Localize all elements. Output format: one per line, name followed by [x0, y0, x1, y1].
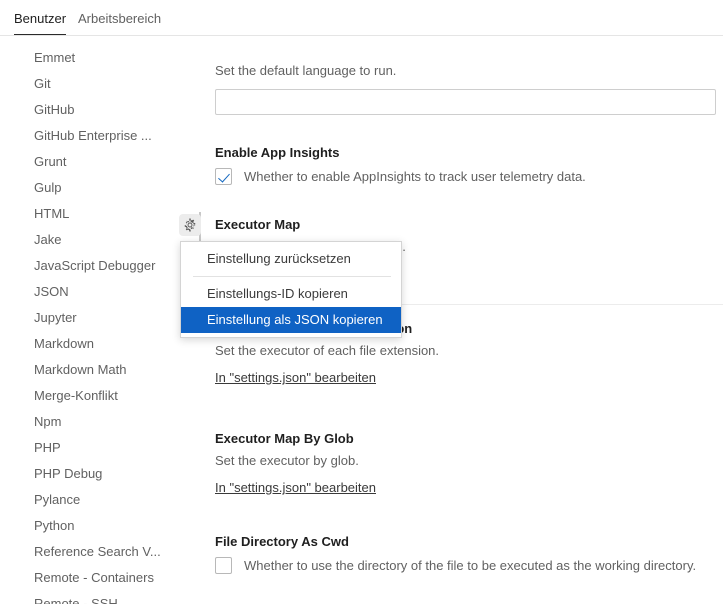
sidebar-item-jake[interactable]: Jake: [0, 227, 180, 253]
setting-file-directory-as-cwd: File Directory As Cwd Whether to use the…: [180, 533, 723, 574]
sidebar-item-npm[interactable]: Npm: [0, 409, 180, 435]
sidebar-item-pylance[interactable]: Pylance: [0, 487, 180, 513]
tab-arbeitsbereich[interactable]: Arbeitsbereich: [70, 0, 169, 36]
sidebar-item-label: Markdown: [34, 336, 94, 351]
context-menu-item-label: Einstellung zurücksetzen: [207, 251, 351, 266]
sidebar-item-emmet[interactable]: Emmet: [0, 45, 180, 71]
sidebar-item-label: Reference Search V...: [34, 544, 161, 559]
sidebar-item-label: GitHub: [34, 102, 75, 117]
sidebar-item-label: PHP: [34, 440, 61, 455]
sidebar-item-merge-konflikt[interactable]: Merge-Konflikt: [0, 383, 180, 409]
sidebar-item-remote-containers[interactable]: Remote - Containers: [0, 565, 180, 591]
sidebar-item-label: Remote - SSH: [34, 596, 118, 604]
setting-enable-app-insights-title: Enable App Insights: [215, 145, 340, 160]
setting-enable-app-insights-description: Whether to enable AppInsights to track u…: [244, 169, 586, 184]
settings-toc-sidebar[interactable]: Emmet Git GitHub GitHub Enterprise ... G…: [0, 36, 180, 604]
sidebar-item-label: Markdown Math: [34, 362, 127, 377]
sidebar-item-github[interactable]: GitHub: [0, 97, 180, 123]
sidebar-item-label: JavaScript Debugger: [34, 258, 156, 273]
setting-executor-map-by-glob-description: Set the executor by glob.: [215, 453, 359, 468]
setting-default-language: Set the default language to run.: [180, 58, 723, 115]
setting-enable-app-insights: Enable App Insights Whether to enable Ap…: [180, 144, 723, 185]
sidebar-item-javascript-debugger[interactable]: JavaScript Debugger: [0, 253, 180, 279]
sidebar-item-git[interactable]: Git: [0, 71, 180, 97]
setting-file-directory-as-cwd-title: File Directory As Cwd: [215, 534, 349, 549]
sidebar-item-gulp[interactable]: Gulp: [0, 175, 180, 201]
sidebar-item-php[interactable]: PHP: [0, 435, 180, 461]
tab-benutzer[interactable]: Benutzer: [6, 0, 74, 36]
setting-gear-button[interactable]: [179, 214, 201, 236]
setting-file-directory-as-cwd-description: Whether to use the directory of the file…: [244, 558, 697, 573]
sidebar-item-jupyter[interactable]: Jupyter: [0, 305, 180, 331]
context-menu-item-label: Einstellung als JSON kopieren: [207, 312, 383, 327]
setting-executor-map-title: Executor Map: [215, 217, 301, 232]
sidebar-item-reference-search-view[interactable]: Reference Search V...: [0, 539, 180, 565]
sidebar-item-html[interactable]: HTML: [0, 201, 180, 227]
setting-enable-app-insights-row: Whether to enable AppInsights to track u…: [215, 168, 713, 185]
tab-arbeitsbereich-label: Arbeitsbereich: [78, 10, 162, 26]
sidebar-item-label: JSON: [34, 284, 69, 299]
setting-file-directory-as-cwd-row: Whether to use the directory of the file…: [215, 557, 713, 574]
sidebar-item-label: Jupyter: [34, 310, 77, 325]
sidebar-item-grunt[interactable]: Grunt: [0, 149, 180, 175]
edit-in-settings-json-link[interactable]: In "settings.json" bearbeiten: [215, 480, 376, 495]
sidebar-item-label: Jake: [34, 232, 62, 247]
sidebar-item-remote-ssh[interactable]: Remote - SSH: [0, 591, 180, 604]
sidebar-item-markdown-math[interactable]: Markdown Math: [0, 357, 180, 383]
settings-scope-tabstrip: Benutzer Arbeitsbereich: [0, 0, 723, 36]
file-directory-as-cwd-checkbox[interactable]: [215, 557, 232, 574]
edit-in-settings-json-link[interactable]: In "settings.json" bearbeiten: [215, 370, 376, 385]
sidebar-item-label: PHP Debug: [34, 466, 103, 481]
context-menu-separator: [193, 276, 391, 277]
sidebar-item-php-debug[interactable]: PHP Debug: [0, 461, 180, 487]
sidebar-item-label: Python: [34, 518, 75, 533]
gear-icon: [184, 218, 196, 232]
sidebar-item-python[interactable]: Python: [0, 513, 180, 539]
sidebar-item-label: Npm: [34, 414, 62, 429]
sidebar-item-label: Grunt: [34, 154, 67, 169]
setting-default-language-input[interactable]: [215, 89, 716, 115]
settings-editor-window: Benutzer Arbeitsbereich Emmet Git GitHub…: [0, 0, 723, 604]
setting-default-language-description: Set the default language to run.: [215, 63, 397, 78]
context-menu-item-reset-setting[interactable]: Einstellung zurücksetzen: [181, 246, 401, 272]
setting-executor-map-by-glob: Executor Map By Glob Set the executor by…: [180, 430, 723, 497]
sidebar-item-label: Remote - Containers: [34, 570, 154, 585]
context-menu-item-copy-setting-id[interactable]: Einstellungs-ID kopieren: [181, 281, 401, 307]
tab-benutzer-label: Benutzer: [14, 10, 67, 26]
context-menu-item-label: Einstellungs-ID kopieren: [207, 286, 348, 301]
setting-executor-map-by-file-extension-description: Set the executor of each file extension.: [215, 343, 440, 358]
sidebar-item-label: Pylance: [34, 492, 81, 507]
sidebar-item-label: GitHub Enterprise ...: [34, 128, 152, 143]
enable-app-insights-checkbox[interactable]: [215, 168, 232, 185]
setting-executor-map-by-glob-title: Executor Map By Glob: [215, 431, 354, 446]
sidebar-item-label: Merge-Konflikt: [34, 388, 118, 403]
sidebar-item-github-enterprise[interactable]: GitHub Enterprise ...: [0, 123, 180, 149]
sidebar-item-label: HTML: [34, 206, 70, 221]
context-menu-item-copy-setting-as-json[interactable]: Einstellung als JSON kopieren: [181, 307, 401, 333]
sidebar-item-label: Gulp: [34, 180, 62, 195]
sidebar-item-json[interactable]: JSON: [0, 279, 180, 305]
sidebar-item-label: Git: [34, 76, 51, 91]
sidebar-item-label: Emmet: [34, 50, 76, 65]
sidebar-item-markdown[interactable]: Markdown: [0, 331, 180, 357]
setting-context-menu: Einstellung zurücksetzen Einstellungs-ID…: [180, 241, 402, 338]
